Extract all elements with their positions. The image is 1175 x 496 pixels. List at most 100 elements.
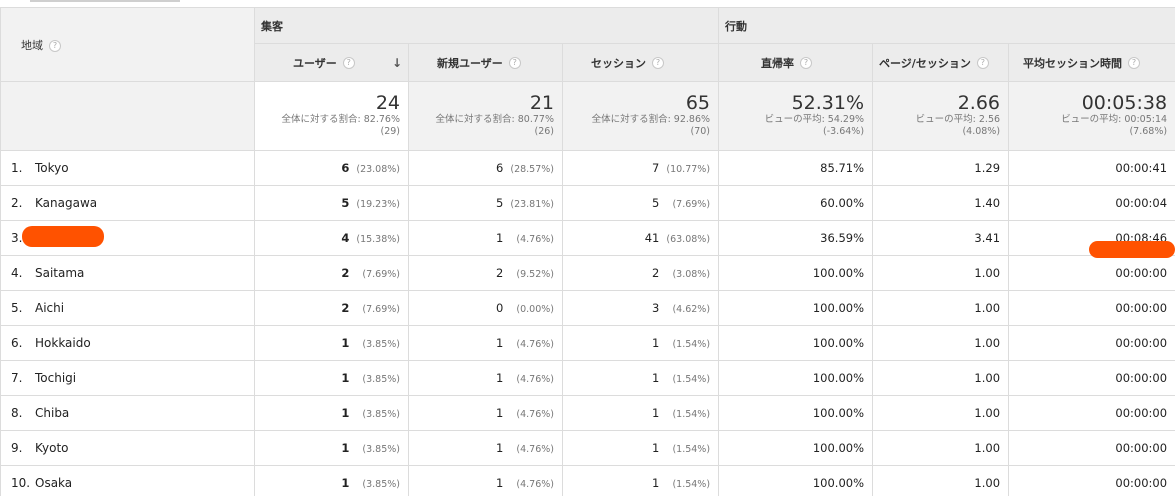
pps-cell: 1.00 [872,395,1010,431]
table-row[interactable]: 8. Chiba 1 (3.85%) 1 (4.76%) 1 (1.54%) 100.00… [0,395,1175,431]
pps-cell: 1.00 [872,290,1010,326]
new-users-value: 1 [496,231,504,245]
new-users-cell: 1 (4.76%) [408,220,563,256]
duration-cell: 00:00:00 [1008,360,1175,396]
totals-bounce-diff: (-3.64%) [823,126,865,137]
question-icon[interactable]: ? [1128,56,1141,69]
row-index: 2. [11,196,23,210]
bounce-cell: 100.00% [718,290,874,326]
pps-cell: 1.29 [872,150,1010,186]
sessions-cell: 41 (63.08%) [561,220,720,256]
users-column-header[interactable]: ユーザー? ↓ [254,43,409,82]
users-cell: 1 (3.85%) [254,395,409,431]
users-value: 1 [341,406,350,420]
totals-duration-avg: ビューの平均: 00:05:14 [1061,114,1168,125]
row-index: 9. [11,441,23,455]
table-row[interactable]: 1. Tokyo 6 (23.08%) 6 (28.57%) 7 (10.77%) 85.… [0,150,1175,186]
pages-per-session-column-header[interactable]: ページ/セッション? [872,43,1010,82]
users-percent: (15.38%) [356,234,400,245]
region-link[interactable]: Aichi [35,301,64,315]
question-icon[interactable]: ? [49,39,61,52]
table-row[interactable]: 7. Tochigi 1 (3.85%) 1 (4.76%) 1 (1.54%) 100.… [0,360,1175,396]
question-icon[interactable]: ? [976,56,989,69]
sessions-value: 1 [652,336,660,350]
bounce-value: 100.00% [812,336,865,350]
sessions-cell: 5 (7.69%) [561,185,720,221]
totals-duration-diff: (7.68%) [1129,126,1168,137]
totals-new-users: 21 全体に対する割合: 80.77% (26) [408,81,563,151]
sessions-value: 1 [652,406,660,420]
bounce-cell: 100.00% [718,255,874,291]
region-link[interactable]: Saitama [35,266,84,280]
region-cell: 1. Tokyo [0,150,255,186]
region-link[interactable]: Hokkaido [35,336,91,350]
duration-value: 00:00:00 [1115,371,1168,385]
duration-cell: 00:00:00 [1008,290,1175,326]
users-value: 1 [341,336,350,350]
sessions-cell: 2 (3.08%) [561,255,720,291]
table-row[interactable]: 6. Hokkaido 1 (3.85%) 1 (4.76%) 1 (1.54%) 100… [0,325,1175,361]
region-link[interactable]: Tokyo [35,161,69,175]
bounce-value: 100.00% [812,266,865,280]
table-row[interactable]: 4. Saitama 2 (7.69%) 2 (9.52%) 2 (3.08%) 100.… [0,255,1175,291]
users-value: 2 [341,266,350,280]
question-icon[interactable]: ? [508,56,521,69]
sessions-percent: (1.54%) [672,409,711,420]
new-users-cell: 2 (9.52%) [408,255,563,291]
region-cell: 10. Osaka [0,465,255,496]
users-cell: 2 (7.69%) [254,290,409,326]
table-row[interactable]: 9. Kyoto 1 (3.85%) 1 (4.76%) 1 (1.54%) 100.00… [0,430,1175,466]
question-icon[interactable]: ? [652,56,664,69]
sessions-cell: 1 (1.54%) [561,325,720,361]
new-users-value: 0 [496,301,504,315]
sessions-cell: 1 (1.54%) [561,395,720,431]
new-users-column-header[interactable]: 新規ユーザー? [408,43,563,82]
sort-down-arrow-icon[interactable]: ↓ [392,56,402,70]
question-icon[interactable]: ? [800,56,813,69]
new-users-percent: (4.76%) [516,374,554,385]
totals-bounce-avg: ビューの平均: 54.29% [764,114,865,125]
bounce-cell: 100.00% [718,430,874,466]
new-users-cell: 1 (4.76%) [408,360,563,396]
sessions-value: 7 [652,161,660,175]
table-row[interactable]: 3. 4 (15.38%) 1 (4.76%) 41 (63.08%) 36.59% 3.… [0,220,1175,256]
table-row[interactable]: 5. Aichi 2 (7.69%) 0 (0.00%) 3 (4.62%) 100.00… [0,290,1175,326]
region-link[interactable]: Chiba [35,406,69,420]
bounce-rate-column-header[interactable]: 直帰率? [718,43,874,82]
dimension-header[interactable]: 地域? [0,7,255,82]
duration-cell: 00:00:00 [1008,325,1175,361]
question-icon[interactable]: ? [342,56,355,69]
pps-cell: 1.00 [872,255,1010,291]
duration-cell: 00:00:00 [1008,255,1175,291]
pps-cell: 1.00 [872,465,1010,496]
table-row[interactable]: 10. Osaka 1 (3.85%) 1 (4.76%) 1 (1.54%) 100.0… [0,465,1175,496]
pps-header-label: ページ/セッション [879,56,971,70]
users-cell: 2 (7.69%) [254,255,409,291]
pps-cell: 1.00 [872,325,1010,361]
new-users-cell: 6 (28.57%) [408,150,563,186]
region-link[interactable]: Kyoto [35,441,69,455]
totals-bounce: 52.31% ビューの平均: 54.29% (-3.64%) [718,81,874,151]
sessions-column-header[interactable]: セッション? [561,43,720,82]
table-row[interactable]: 2. Kanagawa 5 (19.23%) 5 (23.81%) 5 (7.69%) 6… [0,185,1175,221]
users-percent: (3.85%) [362,374,400,385]
users-percent: (23.08%) [356,164,400,175]
users-value: 1 [341,441,350,455]
sessions-cell: 3 (4.62%) [561,290,720,326]
pps-cell: 1.00 [872,430,1010,466]
region-link[interactable]: Osaka [35,476,72,490]
pps-value: 1.00 [974,336,1001,350]
sessions-header-label: セッション [591,56,646,70]
pps-value: 3.41 [974,231,1001,245]
duration-value: 00:00:00 [1115,266,1168,280]
region-link[interactable]: Kanagawa [35,196,97,210]
row-index: 1. [11,161,23,175]
bounce-value: 100.00% [812,301,865,315]
new-users-percent: (4.76%) [516,234,554,245]
region-link[interactable]: Tochigi [35,371,76,385]
behavior-group-header: 行動 [718,7,1175,44]
sessions-percent: (4.62%) [672,304,711,315]
avg-session-duration-column-header[interactable]: 平均セッション時間? [1008,43,1175,82]
duration-value: 00:00:00 [1115,301,1168,315]
totals-new-users-share: 全体に対する割合: 80.77% [435,114,554,125]
